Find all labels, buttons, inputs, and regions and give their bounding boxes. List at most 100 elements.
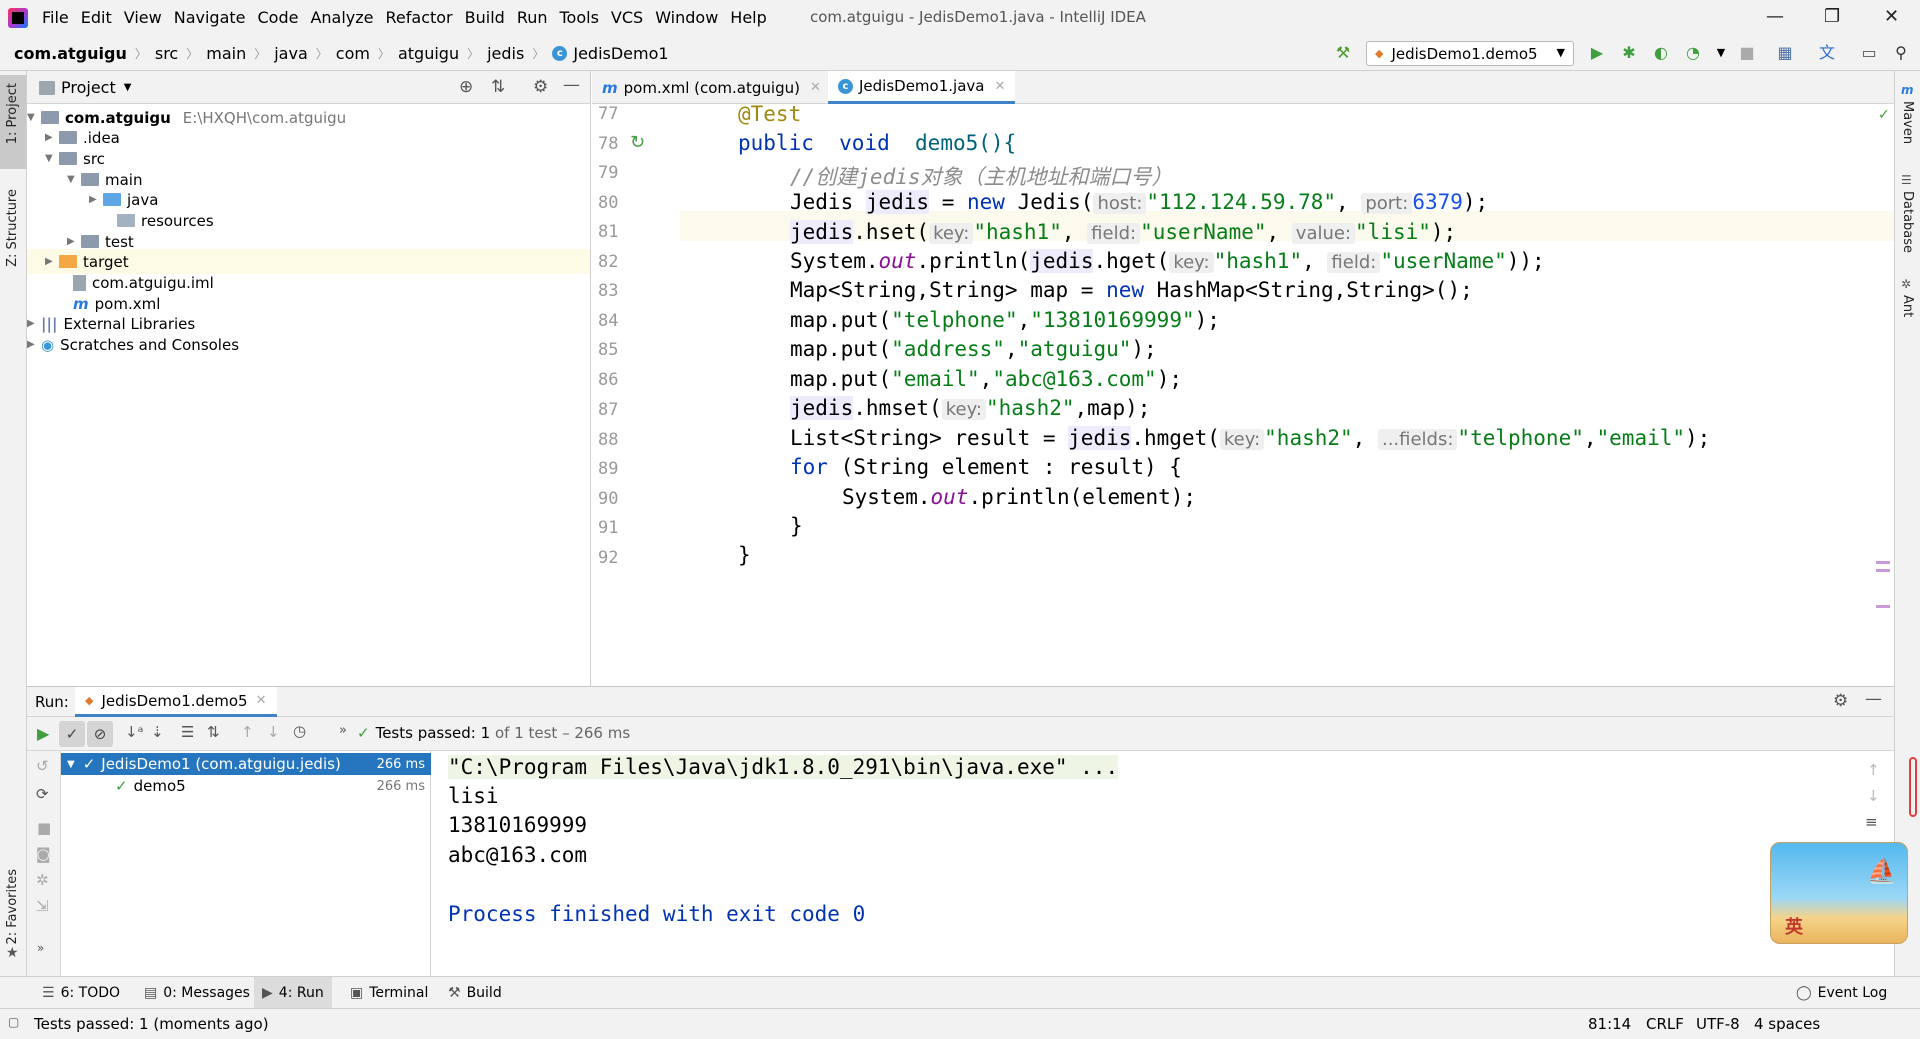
menu-run[interactable]: Run	[517, 8, 558, 27]
close-tab-icon[interactable]: ✕	[256, 693, 267, 708]
search-icon[interactable]: ⚲	[1892, 44, 1910, 62]
translate-icon[interactable]: 文	[1818, 44, 1836, 62]
code-line-90[interactable]: System.out.println(element);	[842, 485, 1196, 509]
breadcrumb-com[interactable]: com	[336, 44, 370, 63]
scroll-down-icon[interactable]: ↓	[1867, 787, 1880, 805]
project-tool-tab[interactable]: 1: Project	[5, 83, 20, 144]
tab-event-log[interactable]: ◯ Event Log	[1788, 977, 1895, 1009]
breadcrumb-jedis[interactable]: jedis	[487, 44, 524, 63]
tab-jedisdemo1-java[interactable]: c JedisDemo1.java ✕	[828, 71, 1016, 104]
code-line-78[interactable]: public void demo5(){	[738, 131, 1016, 155]
coverage-icon[interactable]: ◐	[1652, 44, 1670, 62]
hide-icon[interactable]: —	[563, 75, 580, 95]
code-line-92[interactable]: }	[738, 543, 751, 567]
close-icon[interactable]: ✕	[1884, 6, 1899, 27]
code-line-88[interactable]: List<String> result = jedis.hmget(key: "h…	[790, 426, 1710, 450]
menu-file[interactable]: File	[42, 8, 79, 27]
rerun-failed-icon[interactable]: ↺	[36, 757, 49, 775]
code-line-81[interactable]: jedis.hset(key: "hash1", field: "userName"…	[790, 220, 1456, 244]
restore-icon[interactable]: ❐	[1824, 6, 1840, 27]
console-output[interactable]: "C:\Program Files\Java\jdk1.8.0_291\bin\…	[432, 751, 1832, 977]
code-line-80[interactable]: Jedis jedis = new Jedis(host: "112.124.59…	[790, 190, 1488, 214]
project-structure-icon[interactable]: ▦	[1776, 44, 1794, 62]
project-panel-title[interactable]: Project	[61, 78, 116, 97]
structure-tool-tab[interactable]: Z: Structure	[5, 189, 20, 267]
code-line-87[interactable]: jedis.hmset(key: "hash2",map);	[790, 396, 1150, 420]
ant-tool-tab[interactable]: Ant	[1900, 295, 1915, 317]
sort-alpha-icon[interactable]: ↓ᵃ	[125, 723, 143, 741]
gear-icon[interactable]: ⚙	[533, 77, 548, 97]
previous-test-icon[interactable]: ↑	[241, 723, 254, 741]
menu-refactor[interactable]: Refactor	[386, 8, 463, 27]
presentation-icon[interactable]: ▭	[1860, 44, 1878, 62]
soft-wrap-icon[interactable]: ≡	[1865, 813, 1878, 831]
tab-build[interactable]: ⚒ Build	[440, 977, 510, 1009]
menu-view[interactable]: View	[124, 8, 172, 27]
minimize-icon[interactable]: —	[1766, 6, 1784, 27]
code-line-83[interactable]: Map<String,String> map = new HashMap<Str…	[790, 278, 1473, 302]
more-run-chevron-icon[interactable]: ▼	[1712, 44, 1730, 62]
menu-code[interactable]: Code	[258, 8, 309, 27]
file-encoding[interactable]: UTF-8	[1696, 1015, 1740, 1033]
close-tab-icon[interactable]: ✕	[810, 80, 821, 95]
code-line-79[interactable]: //创建jedis对象（主机地址和端口号）	[790, 161, 1173, 191]
code-line-77[interactable]: @Test	[738, 102, 801, 126]
show-ignored-icon[interactable]: ⊘	[87, 721, 113, 747]
code-line-85[interactable]: map.put("address","atguigu");	[790, 337, 1157, 361]
inspection-ok-icon[interactable]: ✓	[1878, 107, 1890, 123]
expand-all-icon[interactable]: ☰	[181, 723, 194, 741]
menu-build[interactable]: Build	[465, 8, 515, 27]
code-line-89[interactable]: for (String element : result) {	[790, 455, 1182, 479]
breadcrumb-java[interactable]: java	[274, 44, 308, 63]
menu-edit[interactable]: Edit	[81, 8, 122, 27]
build-hammer-icon[interactable]: ⚒	[1334, 44, 1352, 62]
breadcrumb-main[interactable]: main	[206, 44, 246, 63]
run-icon[interactable]: ▶	[1588, 44, 1606, 62]
status-message[interactable]: Tests passed: 1 (moments ago)	[34, 1015, 269, 1033]
breadcrumb-src[interactable]: src	[155, 44, 178, 63]
menu-tools[interactable]: Tools	[560, 8, 609, 27]
tab-terminal[interactable]: ▣ Terminal	[342, 977, 436, 1009]
run-tab[interactable]: ◆ JedisDemo1.demo5 ✕	[75, 687, 277, 717]
rerun-icon[interactable]: ▶	[37, 724, 49, 743]
collapse-all-icon[interactable]: ⇅	[207, 723, 220, 741]
collapse-all-icon[interactable]: ⇅	[491, 77, 505, 97]
breadcrumb-atguigu[interactable]: atguigu	[398, 44, 459, 63]
sort-duration-icon[interactable]: ⇣	[151, 723, 164, 741]
exit-icon[interactable]: ⇲	[36, 897, 49, 915]
stop-icon[interactable]: ■	[1738, 44, 1756, 62]
console-scrollbar[interactable]	[1909, 757, 1917, 817]
run-configuration-select[interactable]: ◆ JedisDemo1.demo5 ▼	[1366, 41, 1574, 66]
next-test-icon[interactable]: ↓	[267, 723, 280, 741]
more-icon[interactable]: »	[37, 941, 44, 955]
favorites-tool-tab[interactable]: 2: Favorites	[5, 869, 20, 945]
locate-icon[interactable]: ⊕	[459, 77, 473, 97]
database-tool-tab[interactable]: Database	[1900, 191, 1915, 253]
menu-analyze[interactable]: Analyze	[310, 8, 383, 27]
tab-todo[interactable]: ☰ 6: TODO	[34, 977, 128, 1009]
tab-run[interactable]: ▶ 4: Run	[254, 977, 332, 1009]
menu-help[interactable]: Help	[730, 8, 776, 27]
gear-icon[interactable]: ⚙	[1833, 691, 1848, 711]
close-tab-icon[interactable]: ✕	[994, 79, 1005, 94]
caret-position[interactable]: 81:14	[1588, 1015, 1631, 1033]
code-line-84[interactable]: map.put("telphone","13810169999");	[790, 308, 1220, 332]
code-line-86[interactable]: map.put("email","abc@163.com");	[790, 367, 1182, 391]
breadcrumb-class[interactable]: JedisDemo1	[573, 44, 668, 63]
menu-vcs[interactable]: VCS	[611, 8, 653, 27]
tab-messages[interactable]: ▤ 0: Messages	[136, 977, 258, 1009]
camera-icon[interactable]: ◙	[36, 845, 51, 863]
menu-navigate[interactable]: Navigate	[174, 8, 256, 27]
chevron-down-icon[interactable]: ▼	[124, 82, 132, 93]
tree-item-scratches[interactable]: ▶ ◉ Scratches and Consoles	[27, 332, 239, 357]
stop-icon[interactable]: ■	[37, 819, 51, 837]
run-test-gutter-icon[interactable]: ↻	[630, 132, 645, 153]
breadcrumb-project[interactable]: com.atguigu	[14, 44, 127, 63]
toggle-tool-windows-icon[interactable]: ▢	[8, 1015, 19, 1029]
show-passed-icon[interactable]: ✓	[59, 721, 85, 747]
hide-icon[interactable]: —	[1865, 689, 1882, 709]
profile-icon[interactable]: ◔	[1684, 44, 1702, 62]
history-icon[interactable]: ◷	[293, 722, 306, 740]
settings-icon[interactable]: ✲	[36, 871, 49, 889]
tab-pom-xml[interactable]: m pom.xml (com.atguigu) ✕	[592, 71, 831, 104]
